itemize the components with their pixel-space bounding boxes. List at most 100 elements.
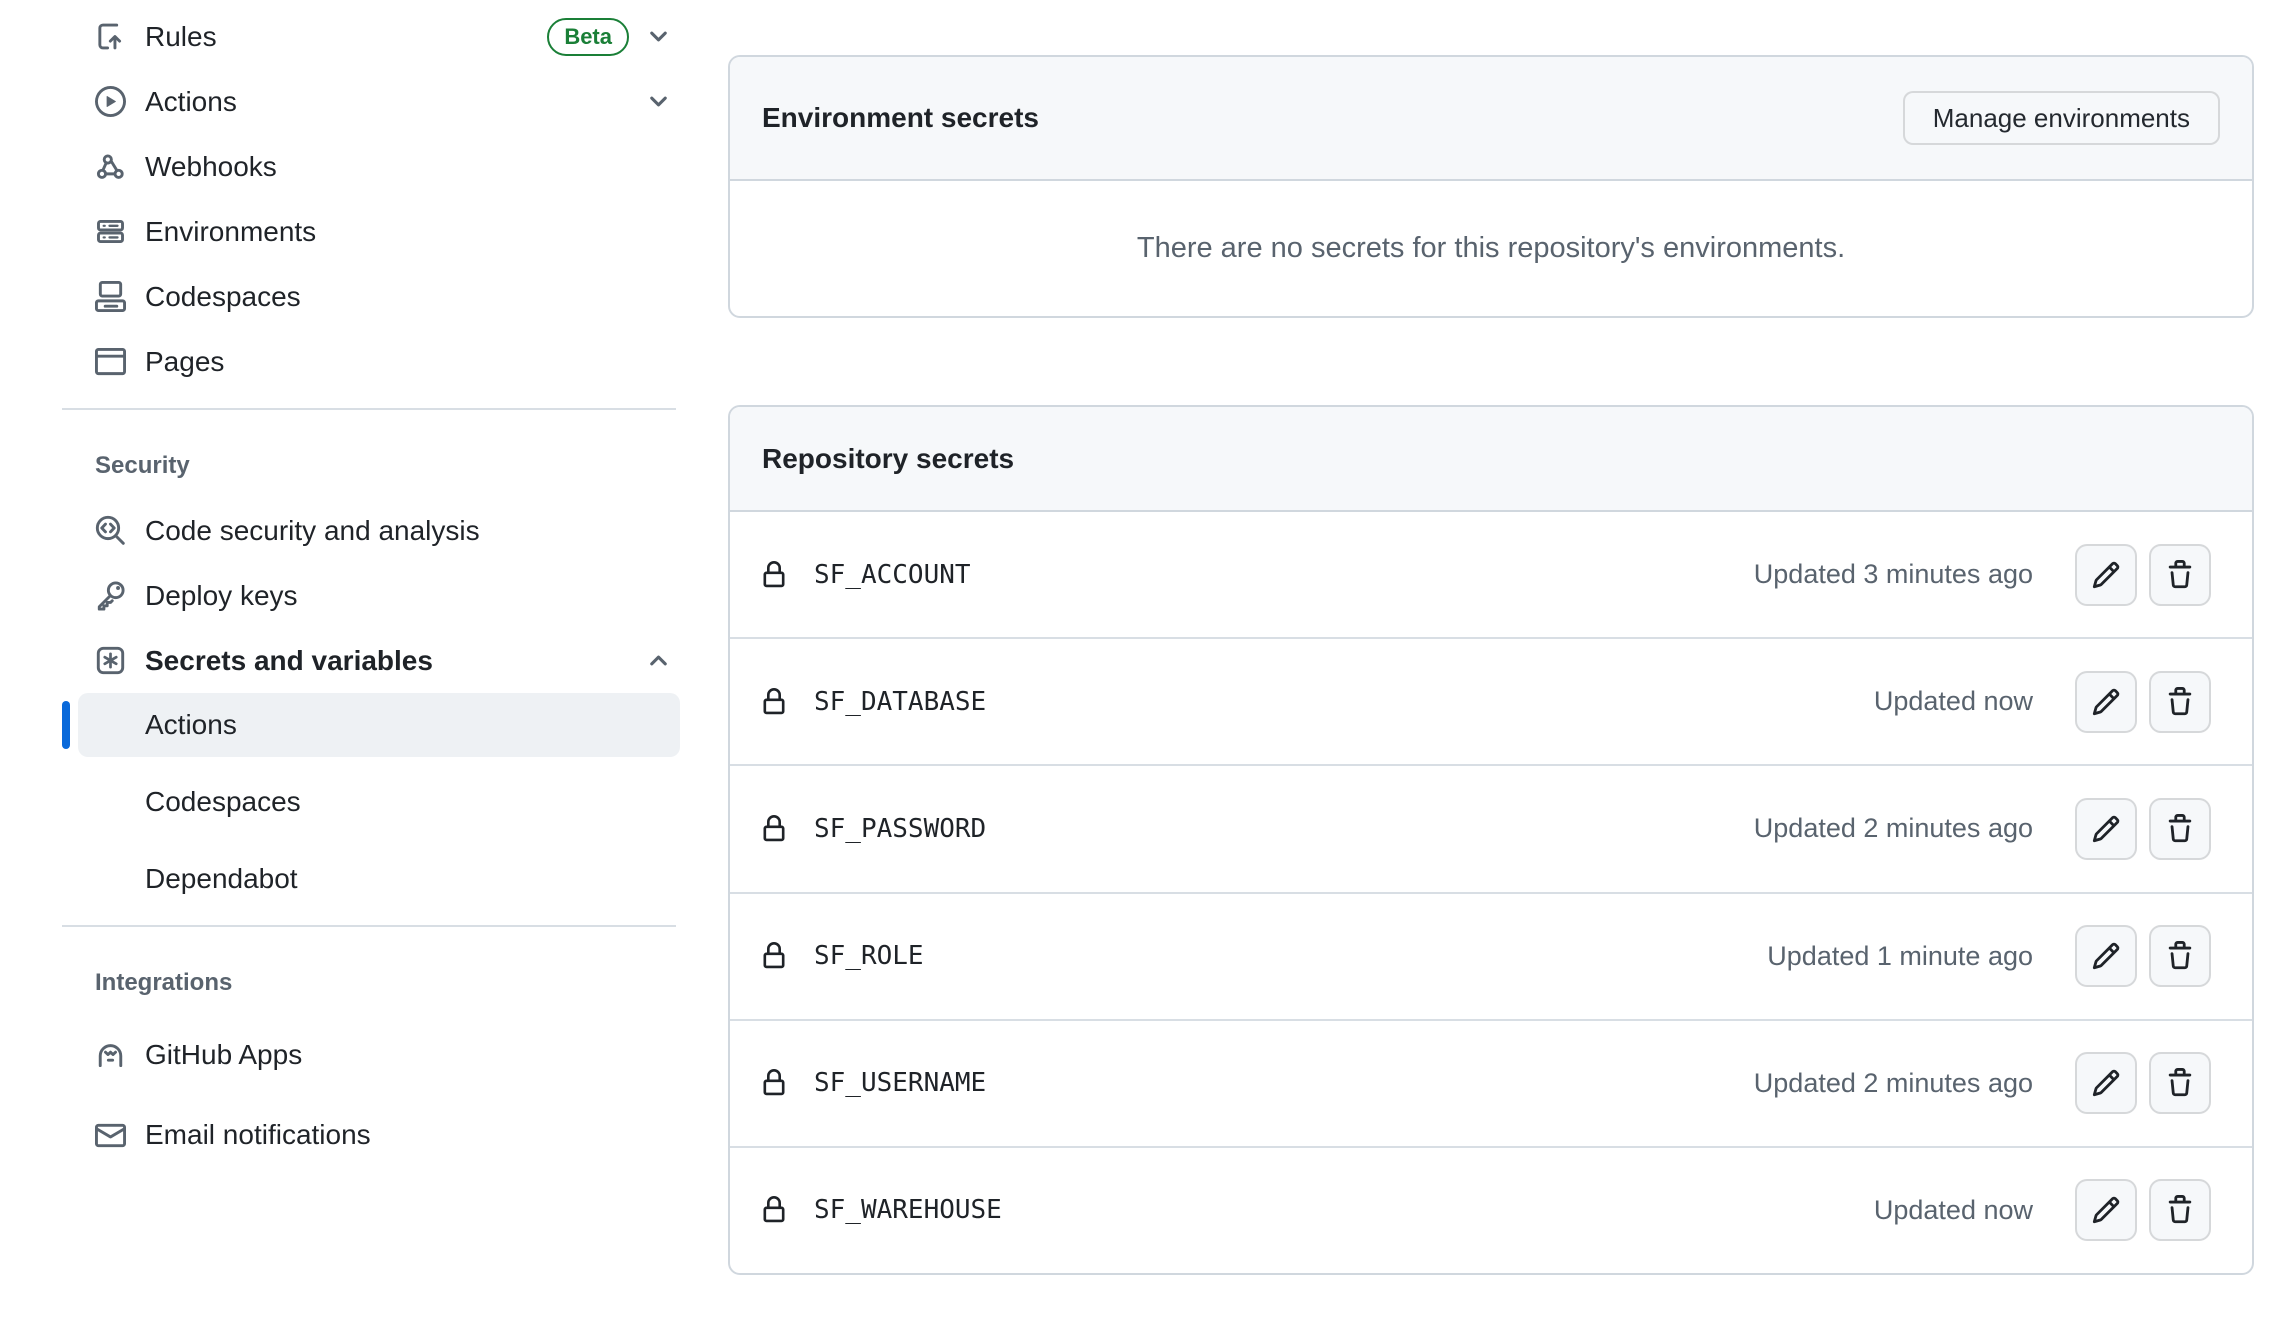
sidebar-item-email-notifications[interactable]: Email notifications [40,1095,690,1175]
trash-icon [2165,687,2195,717]
secret-updated: Updated 2 minutes ago [1754,1068,2033,1099]
secret-updated: Updated 1 minute ago [1767,941,2033,972]
sidebar-item-environments[interactable]: Environments [40,199,690,264]
edit-secret-button[interactable] [2075,1052,2137,1114]
secret-row: SF_PASSWORD Updated 2 minutes ago [730,766,2252,893]
sidebar-subitem-codespaces[interactable]: Codespaces [78,770,680,834]
sidebar-item-codespaces[interactable]: Codespaces [40,264,690,329]
key-icon [95,580,126,611]
lock-icon [760,561,788,589]
pencil-icon [2091,560,2121,590]
chevron-up-icon [645,647,672,674]
sidebar-item-label: Environments [145,216,316,248]
lock-icon [760,1069,788,1097]
sidebar-item-code-security[interactable]: Code security and analysis [40,498,690,563]
sidebar-subitem-dependabot[interactable]: Dependabot [78,847,680,911]
secret-updated: Updated now [1874,1195,2033,1226]
secret-name: SF_WAREHOUSE [814,1195,1002,1225]
sidebar-item-actions[interactable]: Actions [40,69,690,134]
security-section-header: Security [40,434,690,498]
github-apps-icon [95,1040,126,1071]
integrations-section-header: Integrations [40,951,690,1015]
delete-secret-button[interactable] [2149,1052,2211,1114]
codescan-icon [95,515,126,546]
secret-updated: Updated 2 minutes ago [1754,813,2033,844]
lock-icon [760,1196,788,1224]
asterisk-icon [95,645,126,676]
settings-sidebar: Rules Beta Actions Webhooks Environments… [40,4,690,1175]
sidebar-item-github-apps[interactable]: GitHub Apps [40,1015,690,1095]
lock-icon [760,688,788,716]
sidebar-subitem-actions[interactable]: Actions [78,693,680,757]
repository-secrets-list: SF_ACCOUNT Updated 3 minutes ago SF_DATA… [730,512,2252,1273]
manage-environments-button[interactable]: Manage environments [1903,91,2220,145]
sidebar-subitem-label: Dependabot [145,863,298,895]
lock-icon [760,942,788,970]
edit-secret-button[interactable] [2075,1179,2137,1241]
delete-secret-button[interactable] [2149,544,2211,606]
secret-row: SF_WAREHOUSE Updated now [730,1148,2252,1273]
lock-icon [760,815,788,843]
browser-icon [95,346,126,377]
delete-secret-button[interactable] [2149,1179,2211,1241]
sidebar-item-deploy-keys[interactable]: Deploy keys [40,563,690,628]
pencil-icon [2091,941,2121,971]
codespaces-icon [95,281,126,312]
environment-secrets-header: Environment secrets Manage environments [730,57,2252,181]
repo-settings-page: Rules Beta Actions Webhooks Environments… [0,0,2294,1322]
edit-secret-button[interactable] [2075,544,2137,606]
panel-title: Environment secrets [762,102,1039,134]
secret-row: SF_ROLE Updated 1 minute ago [730,894,2252,1021]
repository-secrets-header: Repository secrets [730,407,2252,512]
secret-row: SF_DATABASE Updated now [730,639,2252,766]
trash-icon [2165,941,2195,971]
server-icon [95,216,126,247]
sidebar-item-label: Deploy keys [145,580,298,612]
sidebar-item-webhooks[interactable]: Webhooks [40,134,690,199]
pencil-icon [2091,687,2121,717]
sidebar-item-label: Secrets and variables [145,645,433,677]
selected-indicator-bar [62,701,70,749]
trash-icon [2165,814,2195,844]
sidebar-divider [62,925,676,927]
sidebar-item-label: Rules [145,21,217,53]
edit-secret-button[interactable] [2075,925,2137,987]
secret-name: SF_DATABASE [814,687,986,717]
trash-icon [2165,1195,2195,1225]
sidebar-item-label: Codespaces [145,281,301,313]
edit-secret-button[interactable] [2075,671,2137,733]
delete-secret-button[interactable] [2149,798,2211,860]
sidebar-item-secrets-and-variables[interactable]: Secrets and variables [40,628,690,693]
sidebar-divider [62,408,676,410]
mail-icon [95,1120,126,1151]
panel-title: Repository secrets [762,443,1014,475]
delete-secret-button[interactable] [2149,925,2211,987]
webhook-icon [95,151,126,182]
pencil-icon [2091,1068,2121,1098]
sidebar-item-rules[interactable]: Rules Beta [40,4,690,69]
sidebar-subitem-label: Actions [145,709,237,741]
secret-updated: Updated now [1874,686,2033,717]
secret-name: SF_PASSWORD [814,814,986,844]
trash-icon [2165,560,2195,590]
secret-row: SF_USERNAME Updated 2 minutes ago [730,1021,2252,1148]
sidebar-item-label: Webhooks [145,151,277,183]
trash-icon [2165,1068,2195,1098]
delete-secret-button[interactable] [2149,671,2211,733]
sidebar-item-label: GitHub Apps [145,1039,302,1071]
sidebar-item-pages[interactable]: Pages [40,329,690,394]
edit-secret-button[interactable] [2075,798,2137,860]
play-icon [95,86,126,117]
environment-secrets-panel: Environment secrets Manage environments … [728,55,2254,318]
pencil-icon [2091,814,2121,844]
sidebar-item-label: Email notifications [145,1119,371,1151]
chevron-down-icon [645,88,672,115]
rules-icon [95,21,126,52]
secret-name: SF_ACCOUNT [814,560,971,590]
beta-badge: Beta [547,18,629,56]
chevron-down-icon [645,23,672,50]
sidebar-item-label: Actions [145,86,237,118]
secret-name: SF_USERNAME [814,1068,986,1098]
secret-updated: Updated 3 minutes ago [1754,559,2033,590]
secret-row: SF_ACCOUNT Updated 3 minutes ago [730,512,2252,639]
